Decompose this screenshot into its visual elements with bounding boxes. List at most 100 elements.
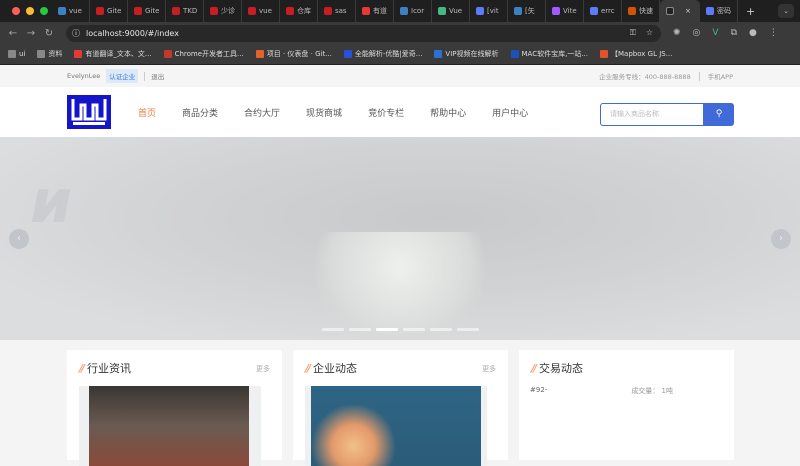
browser-tab[interactable]: vue	[52, 0, 90, 22]
tab-label: 仓库	[297, 7, 311, 15]
favicon-icon	[400, 7, 408, 15]
banner-carousel[interactable]: ᴎ ‹ ›	[0, 137, 800, 340]
maximize-window-button[interactable]	[40, 7, 48, 15]
favicon-icon	[628, 7, 636, 15]
menu-kebab-icon[interactable]: ⋮	[769, 28, 778, 38]
product-search-input[interactable]: 请输入商品名称	[600, 103, 704, 126]
bookmark-item[interactable]: ui	[8, 50, 25, 58]
carousel-dot[interactable]	[349, 328, 371, 331]
profile-icon[interactable]: ●	[749, 28, 757, 38]
back-icon[interactable]: ←	[4, 28, 22, 39]
favicon-icon	[163, 50, 172, 58]
bookmark-item[interactable]: MAC软件宝库,一站...	[510, 49, 588, 59]
browser-tab[interactable]: [vit	[470, 0, 508, 22]
password-key-icon[interactable]: ⚿	[630, 28, 636, 38]
news-image[interactable]	[79, 386, 261, 466]
carousel-dot[interactable]	[322, 328, 344, 331]
minimize-window-button[interactable]	[26, 7, 34, 15]
bookmark-item[interactable]: 资料	[37, 49, 62, 59]
nav-item[interactable]: 商品分类	[182, 106, 218, 119]
browser-tab[interactable]: 密码	[700, 0, 738, 22]
site-logo[interactable]	[67, 95, 111, 129]
extension-icon[interactable]: ◎	[693, 28, 701, 38]
mobile-app-link[interactable]: 手机APP	[708, 71, 733, 81]
browser-tab[interactable]: vue	[242, 0, 280, 22]
logout-link[interactable]: 退出	[151, 71, 164, 81]
tab-label: 密码	[717, 7, 731, 15]
tab-label: 快速	[639, 7, 653, 15]
favicon-icon	[248, 7, 256, 15]
tab-label: sas	[335, 7, 347, 15]
more-link[interactable]: 更多	[482, 364, 496, 374]
tab-label: vue	[259, 7, 272, 15]
nav-item[interactable]: 首页	[138, 106, 156, 119]
carousel-dot[interactable]	[457, 328, 479, 331]
tab-label: TKD	[183, 7, 198, 15]
search-box: 请输入商品名称 ⚲	[600, 103, 734, 126]
tab-search-button[interactable]: ⌄	[778, 4, 794, 18]
service-hotline: 企业服务专线：400-888-8888	[599, 73, 691, 81]
site-info-icon[interactable]: ⓘ	[72, 28, 80, 39]
favicon-icon	[362, 7, 370, 15]
carousel-prev-button[interactable]: ‹	[9, 229, 29, 249]
nav-item[interactable]: 合约大厅	[244, 106, 280, 119]
trade-name: #92-	[530, 386, 548, 394]
extension-icon[interactable]: ✺	[673, 28, 681, 38]
bookmark-item[interactable]: 有道翻译_文本、文...	[74, 49, 152, 59]
bookmark-item[interactable]: 【Mapbox GL JS...	[600, 49, 672, 59]
browser-tab[interactable]: 仓库	[280, 0, 318, 22]
nav-item[interactable]: 现货商城	[306, 106, 342, 119]
extensions-puzzle-icon[interactable]: ⧉	[731, 28, 737, 38]
card-title: 交易动态	[539, 362, 584, 375]
browser-tab[interactable]: [矢	[508, 0, 546, 22]
carousel-dot[interactable]	[403, 328, 425, 331]
nav-item[interactable]: 竞价专栏	[368, 106, 404, 119]
new-tab-button[interactable]: +	[738, 5, 755, 18]
news-image[interactable]	[305, 386, 487, 466]
carousel-dot[interactable]	[430, 328, 452, 331]
browser-tab[interactable]: errc	[584, 0, 622, 22]
browser-tab[interactable]: Icor	[394, 0, 432, 22]
bookmark-item[interactable]: 全能解析-优酷|爱奇...	[343, 49, 422, 59]
top-info-bar: EvelynLee 认证企业 退出 企业服务专线：400-888-8888 手机…	[0, 65, 800, 87]
tab-label: Vue	[449, 7, 463, 15]
nav-item[interactable]: 帮助中心	[430, 106, 466, 119]
reload-icon[interactable]: ↻	[40, 28, 58, 39]
carousel-next-button[interactable]: ›	[771, 229, 791, 249]
favicon-icon	[172, 7, 180, 15]
browser-tab[interactable]: 有道	[356, 0, 394, 22]
browser-tab[interactable]: Vite	[546, 0, 584, 22]
close-window-button[interactable]	[12, 7, 20, 15]
browser-tab[interactable]: TKD	[166, 0, 204, 22]
forward-icon[interactable]: →	[22, 28, 40, 39]
browser-tab[interactable]: 少诊	[204, 0, 242, 22]
bookmark-item[interactable]: VIP视频在线解析	[434, 49, 499, 59]
browser-tab[interactable]: sas	[318, 0, 356, 22]
browser-tab-active[interactable]: ×	[660, 0, 700, 22]
favicon-icon	[706, 7, 714, 15]
bookmark-item[interactable]: Chrome开发者工具...	[163, 49, 244, 59]
bookmark-star-icon[interactable]: ☆	[646, 28, 653, 38]
bookmark-label: ui	[19, 50, 26, 58]
vue-devtools-icon[interactable]: V	[712, 28, 718, 38]
title-decoration-icon: //	[305, 361, 311, 375]
browser-tab[interactable]: Gite	[128, 0, 166, 22]
username[interactable]: EvelynLee	[67, 72, 100, 80]
close-tab-icon[interactable]: ×	[685, 7, 691, 15]
browser-tab[interactable]: 快速	[622, 0, 660, 22]
url-text: localhost:9000/#/index	[86, 28, 179, 38]
address-bar-row: ← → ↻ ⓘ localhost:9000/#/index ⚿ ☆ ✺ ◎ V …	[0, 22, 800, 44]
divider	[144, 71, 146, 81]
nav-item[interactable]: 用户中心	[492, 106, 528, 119]
title-decoration-icon: //	[531, 361, 537, 375]
browser-tab[interactable]: Vue	[432, 0, 470, 22]
bookmark-item[interactable]: 项目 · 仪表盘 · Git...	[255, 49, 332, 59]
favicon-icon	[438, 7, 446, 15]
more-link[interactable]: 更多	[256, 364, 270, 374]
search-button[interactable]: ⚲	[704, 103, 734, 126]
favicon-icon	[286, 7, 294, 15]
url-input[interactable]: ⓘ localhost:9000/#/index ⚿ ☆	[66, 24, 661, 42]
carousel-dot[interactable]	[376, 328, 398, 331]
browser-tab[interactable]: Gite	[90, 0, 128, 22]
certified-enterprise-badge[interactable]: 认证企业	[106, 69, 139, 83]
